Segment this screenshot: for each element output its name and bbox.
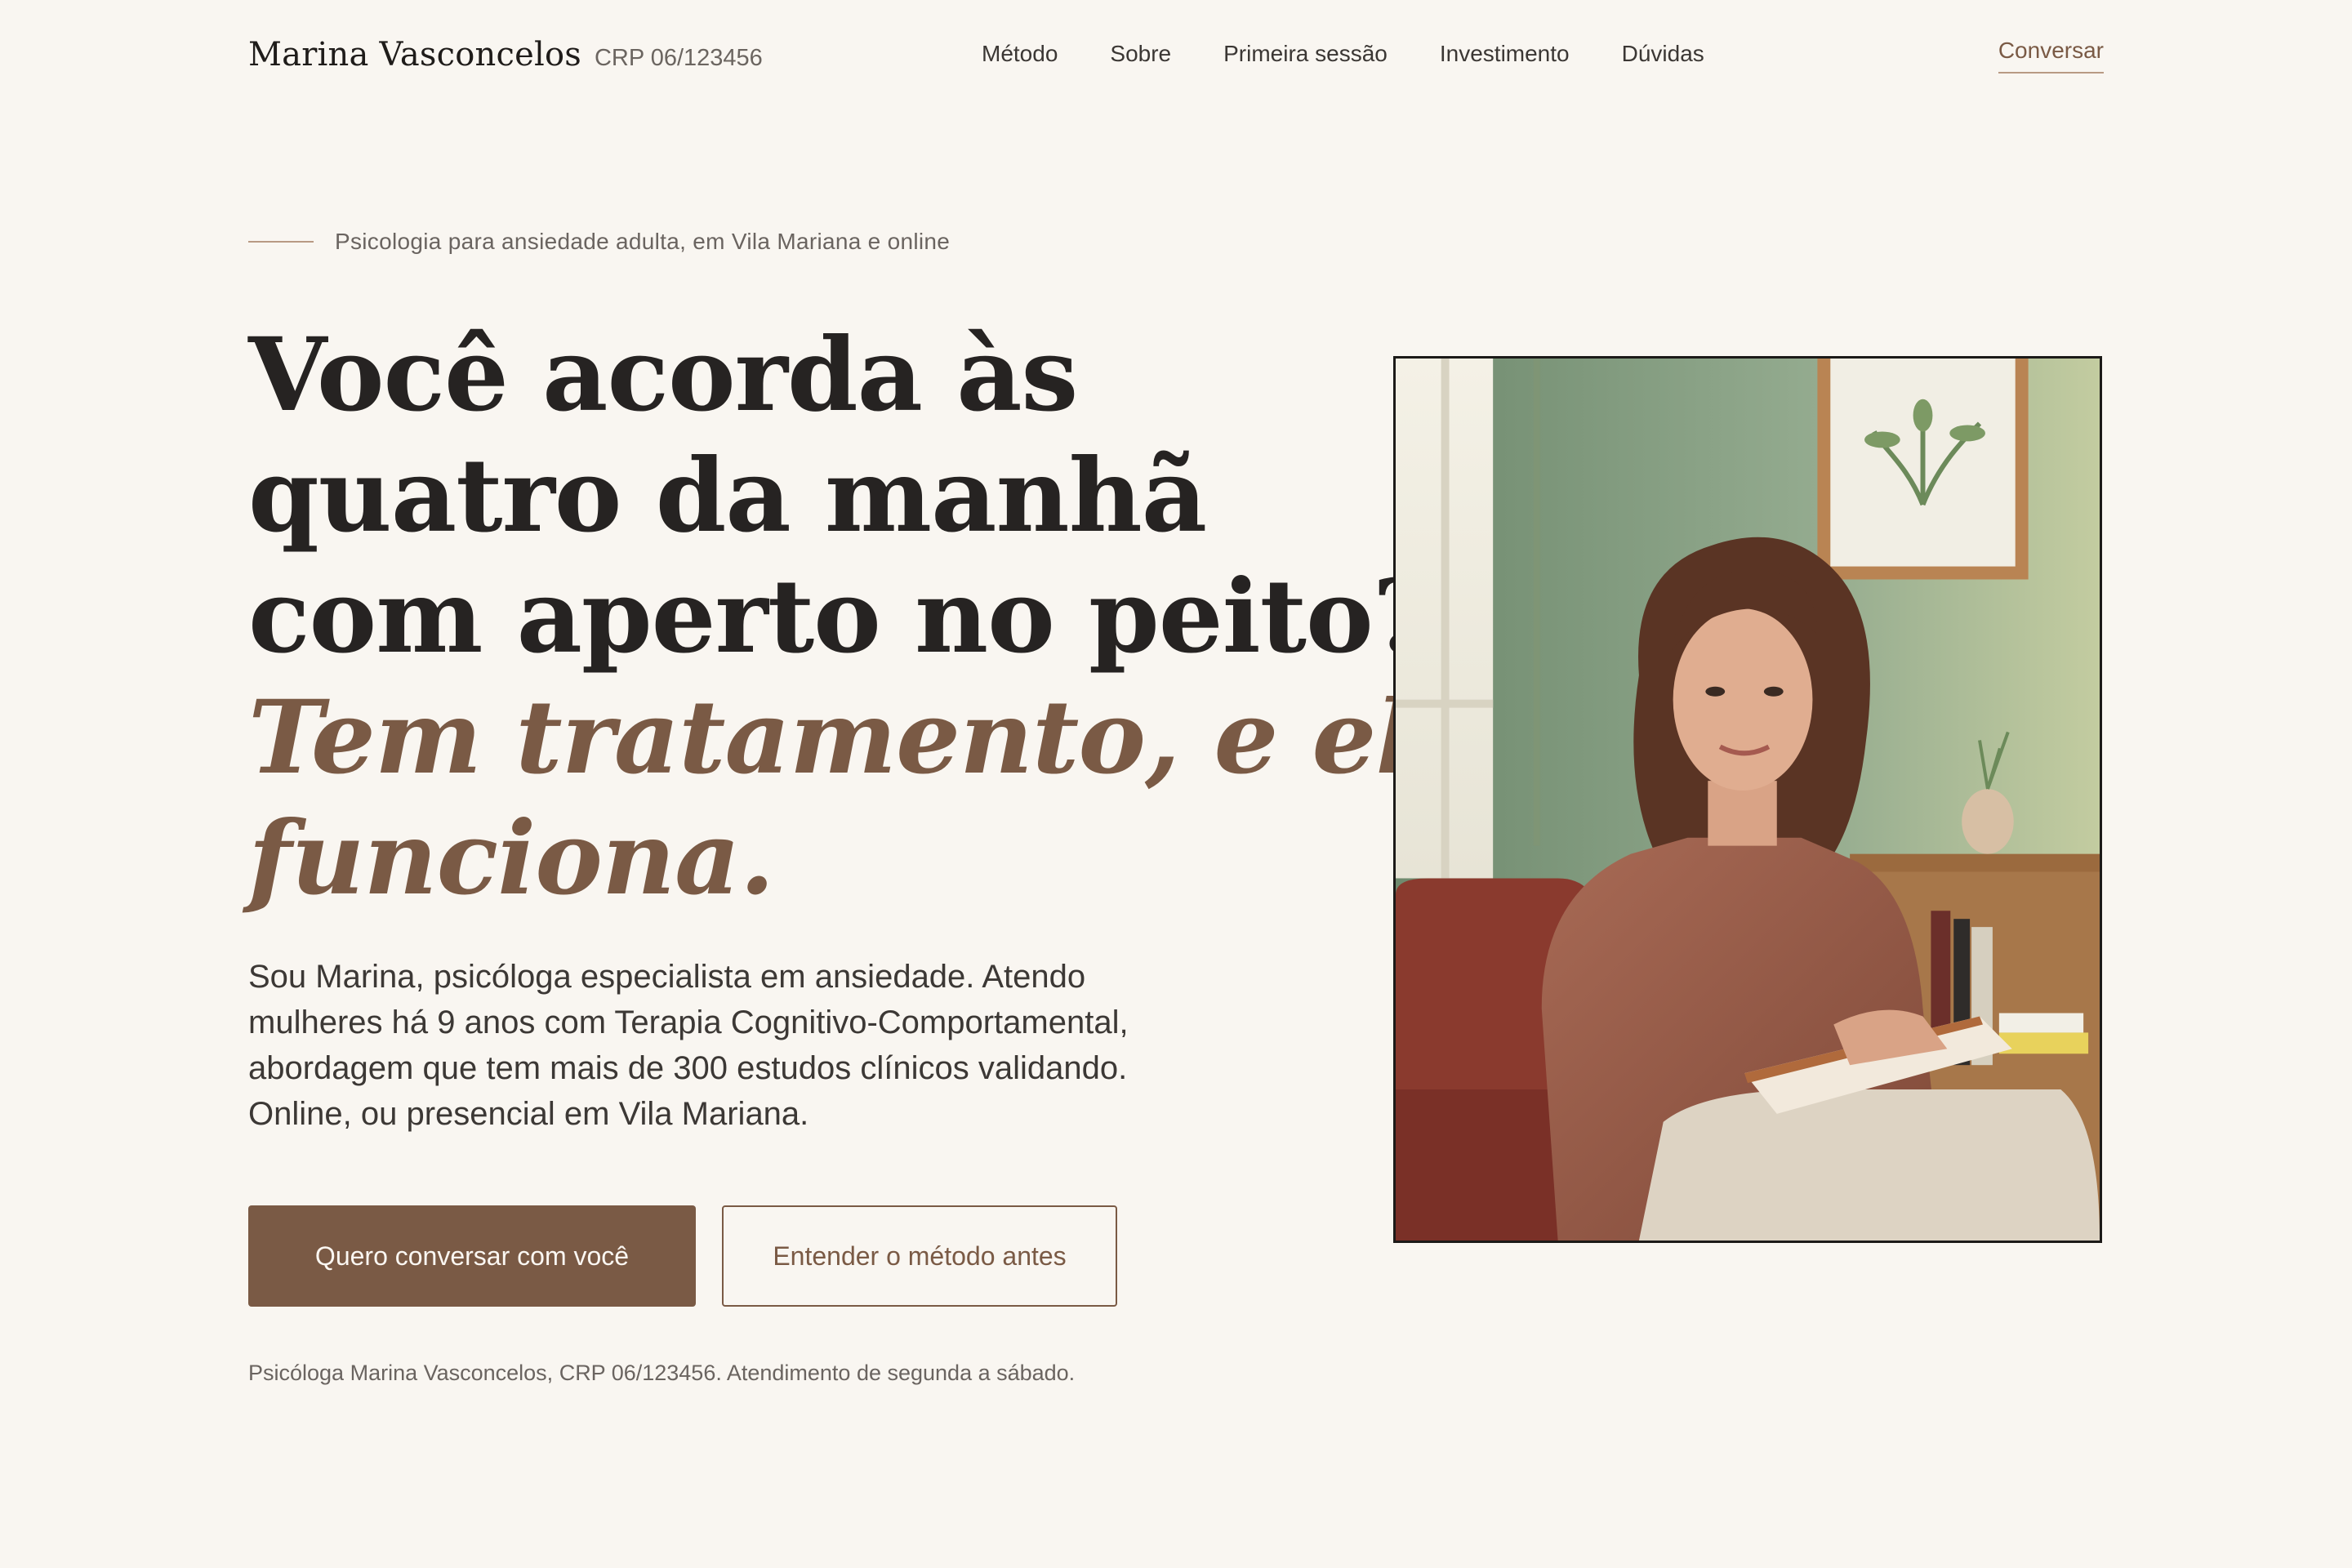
eyebrow-divider [248,241,314,243]
psychologist-portrait [1393,356,2102,1243]
conversar-link[interactable]: Conversar [1998,38,2104,74]
brand[interactable]: Marina Vasconcelos CRP 06/123456 [248,36,763,74]
headline-accent-line: funciona. [248,800,775,918]
hero-headline: Você acorda às quatro da manhã com apert… [248,315,1477,920]
headline-line: Você acorda às [248,316,1078,434]
credentials-footnote: Psicóloga Marina Vasconcelos, CRP 06/123… [248,1361,1076,1385]
quero-conversar-button[interactable]: Quero conversar com você [248,1205,696,1307]
entender-metodo-button[interactable]: Entender o método antes [722,1205,1117,1307]
eyebrow: Psicologia para ansiedade adulta, em Vil… [248,229,950,255]
hero-description: Sou Marina, psicóloga especialista em an… [248,959,1129,1132]
brand-crp: CRP 06/123456 [594,45,763,71]
portrait-illustration [1396,359,2100,1241]
nav-item-duvidas[interactable]: Dúvidas [1622,41,1704,67]
nav-item-sobre[interactable]: Sobre [1110,41,1171,67]
main-nav: Método Sobre Primeira sessão Investiment… [982,41,1704,67]
nav-item-metodo[interactable]: Método [982,41,1058,67]
nav-item-investimento[interactable]: Investimento [1440,41,1570,67]
headline-line: com aperto no peito? [248,558,1432,676]
headline-accent-line: Tem tratamento, e ele [248,679,1477,797]
nav-item-primeira-sessao[interactable]: Primeira sessão [1223,41,1388,67]
site-header: Marina Vasconcelos CRP 06/123456 Método … [0,0,2352,114]
eyebrow-text: Psicologia para ansiedade adulta, em Vil… [335,229,951,254]
headline-line: quatro da manhã [248,437,1207,555]
brand-name: Marina Vasconcelos [248,36,581,74]
